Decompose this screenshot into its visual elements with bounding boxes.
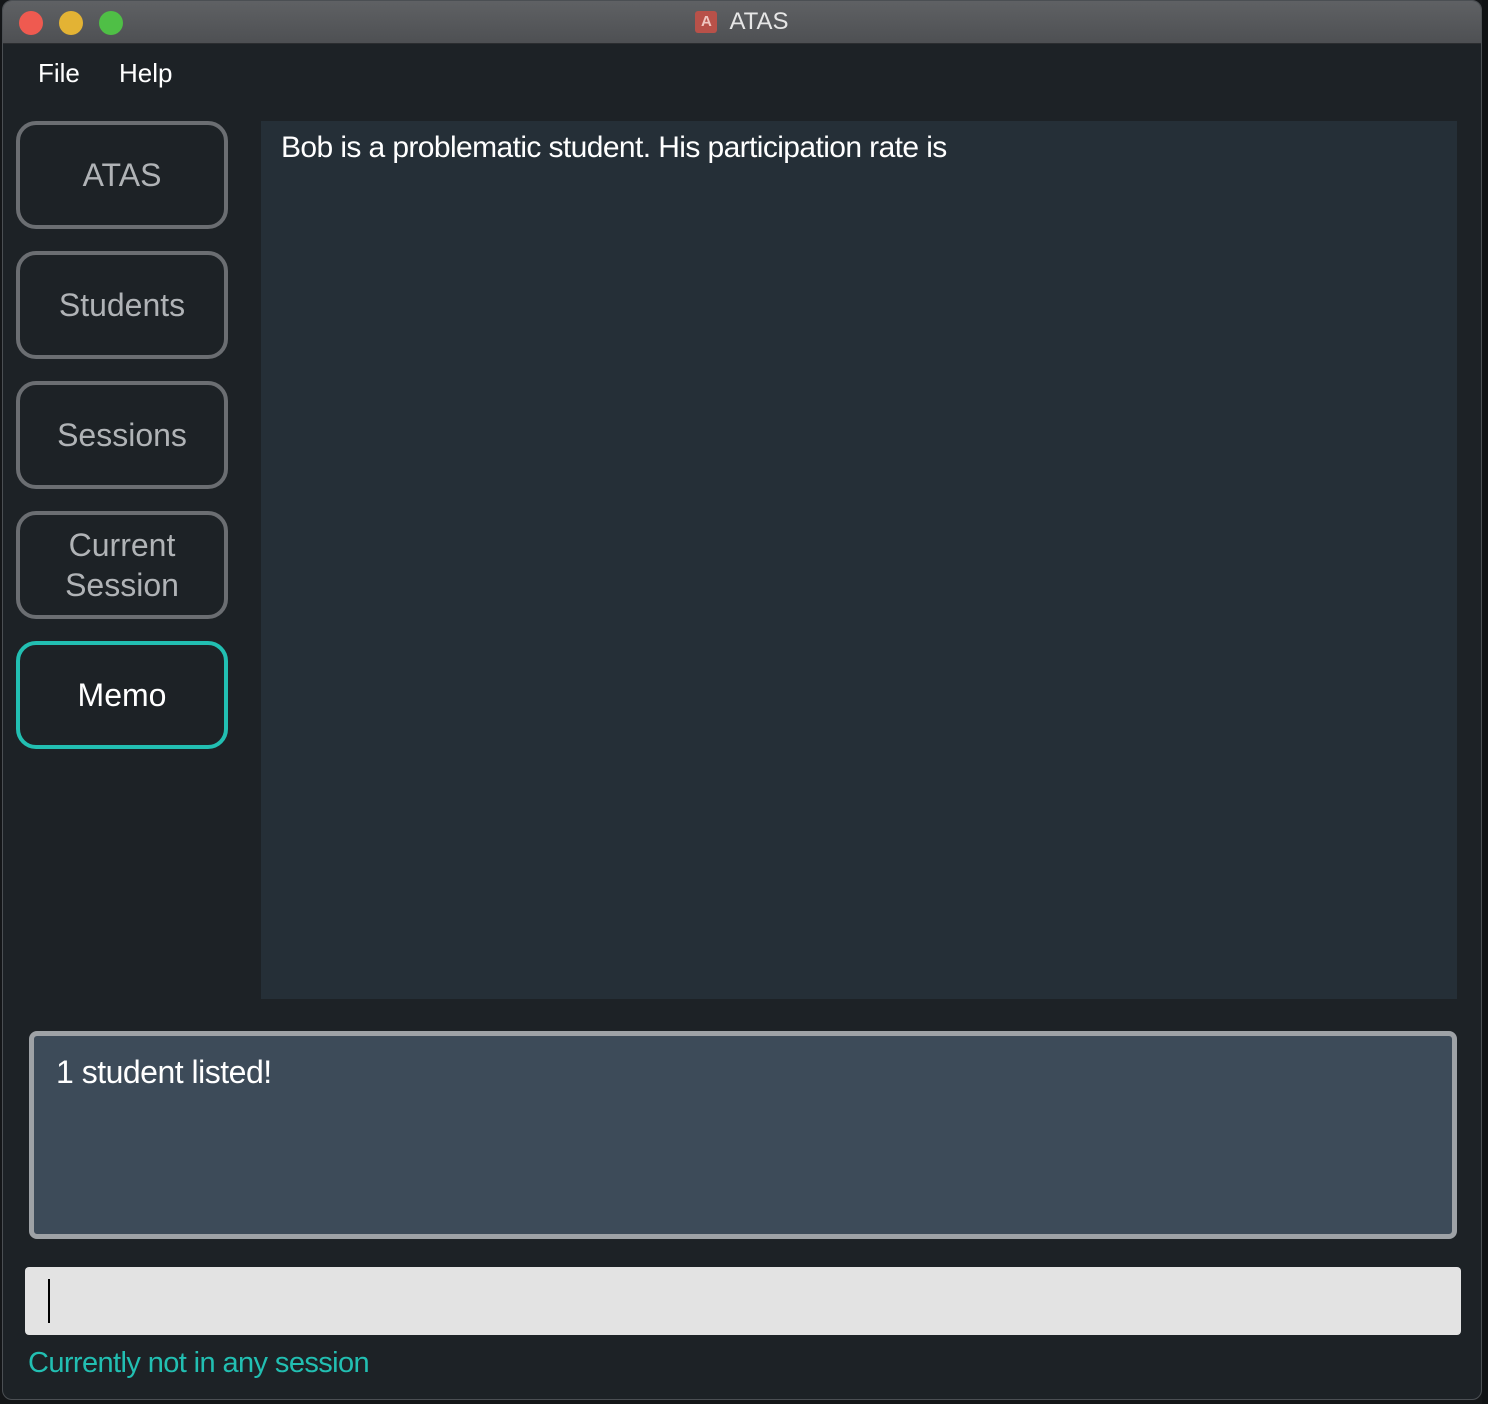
sidebar-item-sessions[interactable]: Sessions xyxy=(16,381,228,489)
command-input[interactable] xyxy=(25,1267,1461,1335)
app-logo-icon: A xyxy=(695,11,718,33)
app-window: A ATAS File Help ATAS Students Sessions … xyxy=(2,0,1482,1400)
window-title-group: A ATAS xyxy=(3,1,1481,43)
sidebar-item-current-session[interactable]: Current Session xyxy=(16,511,228,619)
menu-help[interactable]: Help xyxy=(119,58,172,89)
title-bar[interactable]: A ATAS xyxy=(3,1,1481,44)
sidebar-item-students[interactable]: Students xyxy=(16,251,228,359)
result-message: 1 student listed! xyxy=(56,1054,272,1090)
text-cursor xyxy=(48,1279,50,1323)
memo-content: Bob is a problematic student. His partic… xyxy=(281,131,947,164)
session-status: Currently not in any session xyxy=(28,1347,370,1379)
desktop-background-edge xyxy=(1482,0,1488,1404)
sidebar-item-atas[interactable]: ATAS xyxy=(16,121,228,229)
menu-file[interactable]: File xyxy=(38,58,80,89)
window-title: ATAS xyxy=(729,8,789,35)
memo-panel[interactable]: Bob is a problematic student. His partic… xyxy=(261,121,1457,999)
result-display: 1 student listed! xyxy=(29,1031,1457,1239)
menu-bar: File Help xyxy=(3,44,1481,106)
sidebar-item-memo[interactable]: Memo xyxy=(16,641,228,749)
